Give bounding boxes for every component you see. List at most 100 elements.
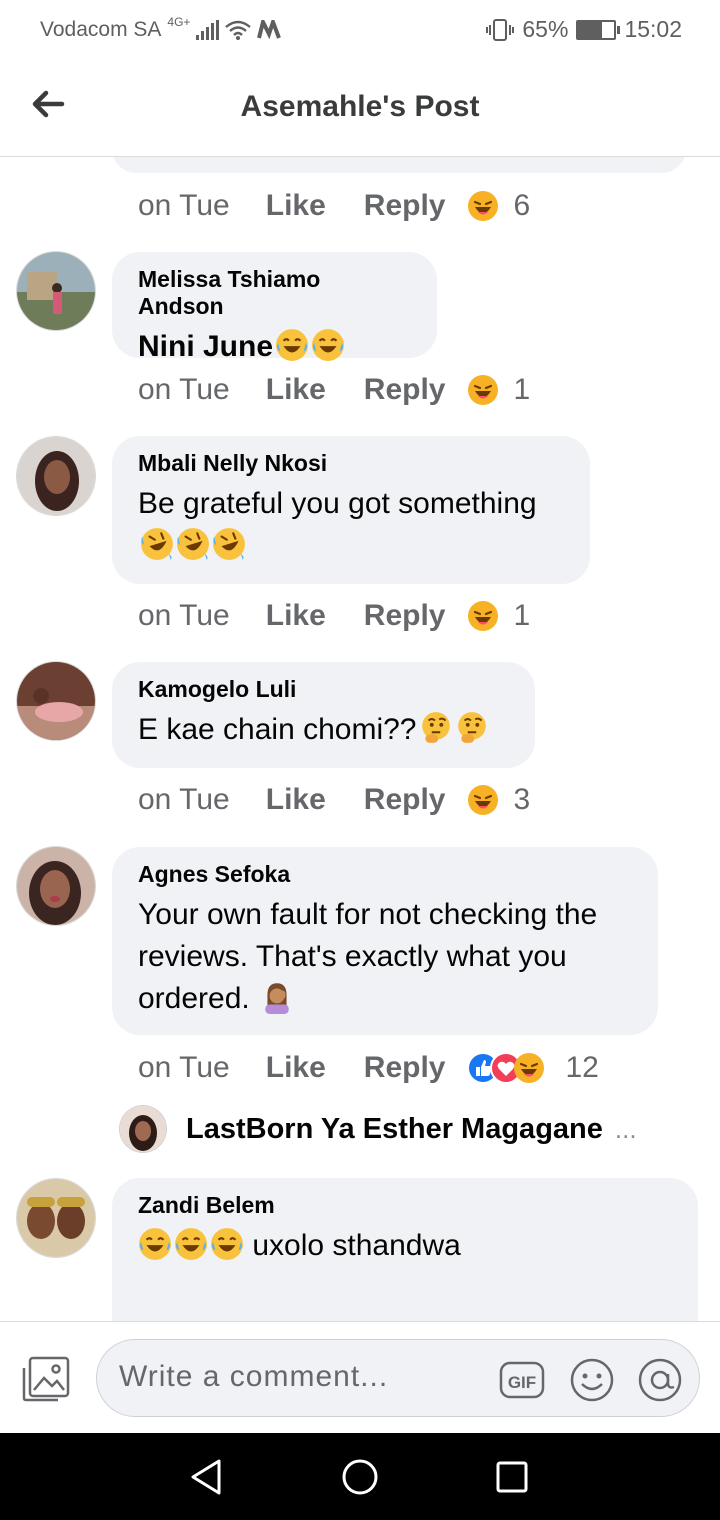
battery-percent: 65% [522, 16, 569, 42]
comment-meta: on Tue Like Reply 6 [138, 189, 530, 223]
like-button[interactable]: Like [266, 189, 326, 223]
reply-button[interactable]: Reply [364, 189, 446, 223]
reply-button[interactable]: Reply [364, 373, 446, 407]
gif-icon[interactable]: GIF [499, 1357, 545, 1403]
page-title: Asemahle's Post [240, 90, 480, 123]
comment-text: E kae chain chomi?? [138, 709, 509, 751]
thinking-emoji-icon [419, 711, 453, 745]
reaction-count[interactable]: 1 [513, 373, 530, 407]
comment-bubble[interactable]: Agnes Sefoka Your own fault for not chec… [112, 847, 658, 1035]
avatar[interactable] [17, 662, 95, 740]
reply-avatar[interactable] [120, 1106, 166, 1152]
reaction-stack[interactable] [467, 1052, 545, 1084]
carrier-label: Vodacom SA [40, 18, 162, 41]
nav-back-icon[interactable] [185, 1455, 229, 1499]
comment-time: on Tue [138, 189, 230, 222]
comment-meta: on Tue Like Reply 1 [138, 373, 530, 407]
comment-text: Be grateful you got something [138, 483, 564, 567]
header: Asemahle's Post [0, 60, 720, 157]
comment-time: on Tue [138, 373, 230, 406]
comment-text-content: Your own fault for not checking the revi… [138, 898, 598, 1015]
comment-author[interactable]: Kamogelo Luli [138, 676, 509, 703]
thinking-emoji-icon [455, 711, 489, 745]
nav-home-icon[interactable] [338, 1455, 382, 1499]
haha-reaction-icon[interactable] [467, 374, 499, 406]
like-button[interactable]: Like [266, 783, 326, 817]
comment-bubble[interactable]: Melissa Tshiamo Andson Nini June [112, 252, 437, 363]
network-type-label: 4G+ [167, 15, 191, 29]
like-button[interactable]: Like [266, 1051, 326, 1085]
comment-meta: on Tue Like Reply 12 [138, 1051, 599, 1085]
reply-button[interactable]: Reply [364, 599, 446, 633]
rofl-emoji-icon [140, 527, 174, 561]
comment-text: uxolo sthandwa [138, 1225, 672, 1267]
reply-button[interactable]: Reply [364, 783, 446, 817]
comment-time: on Tue [138, 783, 230, 816]
joy-emoji-icon [210, 1227, 244, 1261]
comment-feed[interactable]: on Tue Like Reply 6 Melissa Tshiamo Ands… [0, 157, 720, 1321]
clock: 15:02 [624, 16, 682, 42]
rofl-emoji-icon [212, 527, 246, 561]
previous-comment-bubble[interactable] [112, 157, 686, 173]
comment-bubble[interactable]: Zandi Belem uxolo sthandwa [112, 1178, 698, 1321]
haha-reaction-icon[interactable] [467, 600, 499, 632]
reaction-count[interactable]: 1 [513, 599, 530, 633]
reply-more-indicator: ... [614, 1113, 637, 1144]
status-bar: Vodacom SA 4G+ 65% 15:02 [0, 0, 720, 60]
reply-author[interactable]: LastBorn Ya Esther Magagane [186, 1113, 603, 1146]
like-button[interactable]: Like [266, 599, 326, 633]
photo-icon[interactable] [22, 1356, 70, 1402]
comment-composer: Write a comment... GIF [0, 1321, 720, 1434]
haha-reaction-icon[interactable] [467, 190, 499, 222]
comment-time: on Tue [138, 1051, 230, 1084]
avatar[interactable] [17, 437, 95, 515]
comment-author[interactable]: Mbali Nelly Nkosi [138, 450, 564, 477]
comment-text-content: Be grateful you got something [138, 487, 537, 520]
status-right: 65% 15:02 [486, 16, 682, 43]
wifi-icon [225, 20, 252, 40]
battery-fill [578, 21, 602, 38]
comment-bubble[interactable]: Kamogelo Luli E kae chain chomi?? [112, 662, 535, 768]
reply-preview[interactable]: LastBorn Ya Esther Magagane ... [120, 1106, 637, 1152]
comment-text-content: uxolo sthandwa [252, 1229, 461, 1262]
joy-emoji-icon [138, 1227, 172, 1261]
comment-text: Nini June [138, 326, 411, 368]
comment-meta: on Tue Like Reply 1 [138, 599, 530, 633]
reaction-count[interactable]: 12 [565, 1051, 598, 1085]
comment-input-placeholder: Write a comment... [119, 1360, 389, 1393]
comment-input[interactable]: Write a comment... GIF [96, 1339, 700, 1417]
sticker-icon[interactable] [569, 1357, 615, 1403]
haha-reaction-icon[interactable] [513, 1052, 545, 1084]
reply-button[interactable]: Reply [364, 1051, 446, 1085]
avatar[interactable] [17, 252, 95, 330]
like-button[interactable]: Like [266, 373, 326, 407]
joy-emoji-icon [174, 1227, 208, 1261]
svg-text:GIF: GIF [508, 1373, 536, 1392]
avatar[interactable] [17, 847, 95, 925]
nav-recents-icon[interactable] [490, 1455, 534, 1499]
signal-icon [196, 20, 220, 40]
joy-emoji-icon [275, 328, 309, 362]
comment-text-content: E kae chain chomi?? [138, 713, 417, 746]
haha-reaction-icon[interactable] [467, 784, 499, 816]
nfc-icon [257, 20, 282, 40]
battery-icon [576, 19, 621, 40]
facepalm-emoji-icon [260, 980, 294, 1014]
reaction-count[interactable]: 6 [513, 189, 530, 223]
reaction-count[interactable]: 3 [513, 783, 530, 817]
comment-author[interactable]: Agnes Sefoka [138, 861, 632, 888]
comment-text: Your own fault for not checking the revi… [138, 894, 632, 1020]
mention-icon[interactable] [637, 1357, 683, 1403]
comment-text-content: Nini June [138, 330, 274, 363]
avatar[interactable] [17, 1179, 95, 1257]
rofl-emoji-icon [176, 527, 210, 561]
comment-author[interactable]: Melissa Tshiamo Andson [138, 266, 411, 320]
system-nav-bar [0, 1433, 720, 1520]
comment-bubble[interactable]: Mbali Nelly Nkosi Be grateful you got so… [112, 436, 590, 584]
comment-author[interactable]: Zandi Belem [138, 1192, 672, 1219]
vibrate-icon [486, 18, 515, 41]
status-left: Vodacom SA 4G+ [40, 15, 282, 42]
comment-meta: on Tue Like Reply 3 [138, 783, 530, 817]
joy-emoji-icon [311, 328, 345, 362]
comment-time: on Tue [138, 599, 230, 632]
